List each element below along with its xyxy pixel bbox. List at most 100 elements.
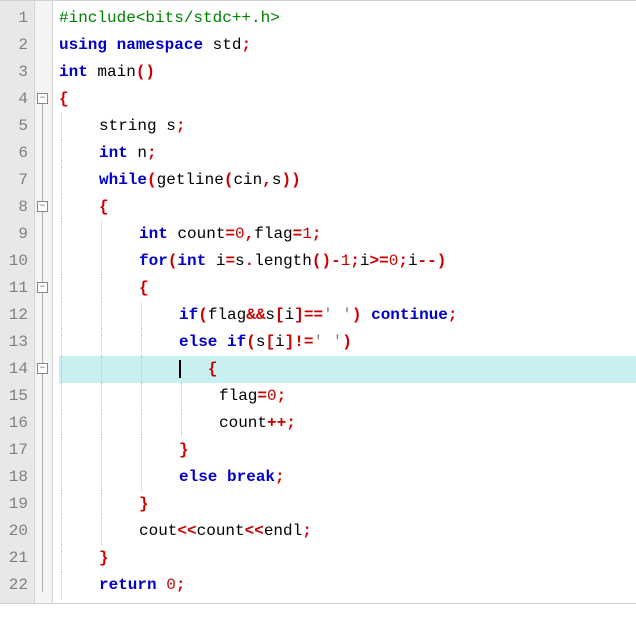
code-token: main	[88, 63, 136, 81]
line-number: 7	[4, 167, 28, 194]
code-token: =	[225, 225, 235, 243]
code-token: ]==	[294, 306, 323, 324]
code-token: i	[285, 306, 295, 324]
code-token: ' '	[313, 333, 342, 351]
code-line[interactable]: else break;	[59, 464, 636, 491]
code-line[interactable]: cout<<count<<endl;	[59, 518, 636, 545]
code-token: flag	[208, 306, 246, 324]
code-token: 1	[341, 252, 351, 270]
code-token: &&	[246, 306, 265, 324]
code-token: flag	[254, 225, 292, 243]
code-line[interactable]: if(flag&&s[i]==' ') continue;	[59, 302, 636, 329]
code-token: ;	[176, 117, 186, 135]
code-token: #include<bits/stdc++.h>	[59, 9, 280, 27]
code-token: namespace	[117, 36, 203, 54]
line-number: 6	[4, 140, 28, 167]
code-token: int	[59, 63, 88, 81]
code-token: break	[227, 468, 275, 486]
code-token: ;	[275, 468, 285, 486]
code-token: ;	[448, 306, 458, 324]
code-token	[157, 576, 167, 594]
code-token: count	[219, 414, 267, 432]
code-line[interactable]: string s;	[59, 113, 636, 140]
code-token: for	[139, 252, 168, 270]
code-token: return	[99, 576, 157, 594]
code-token	[107, 36, 117, 54]
code-token: [	[265, 333, 275, 351]
code-token: 1	[302, 225, 312, 243]
code-line[interactable]: int count=0,flag=1;	[59, 221, 636, 248]
line-number: 5	[4, 113, 28, 140]
code-line[interactable]: count++;	[59, 410, 636, 437]
line-number: 21	[4, 545, 28, 572]
code-line[interactable]: #include<bits/stdc++.h>	[59, 5, 636, 32]
line-number: 17	[4, 437, 28, 464]
code-token	[217, 468, 227, 486]
code-line[interactable]: flag=0;	[59, 383, 636, 410]
code-token: ;	[176, 576, 186, 594]
code-token: 0	[166, 576, 176, 594]
code-token: count	[168, 225, 226, 243]
code-token: <<	[245, 522, 264, 540]
code-token: >=	[370, 252, 389, 270]
line-number: 2	[4, 32, 28, 59]
line-number: 13	[4, 329, 28, 356]
code-line[interactable]: while(getline(cin,s))	[59, 167, 636, 194]
fold-toggle-icon[interactable]: −	[37, 363, 48, 374]
line-number: 16	[4, 410, 28, 437]
fold-toggle-icon[interactable]: −	[37, 282, 48, 293]
code-line[interactable]: return 0;	[59, 572, 636, 599]
line-number: 8	[4, 194, 28, 221]
fold-toggle-icon[interactable]: −	[37, 201, 48, 212]
code-line[interactable]: else if(s[i]!=' ')	[59, 329, 636, 356]
code-token: ++;	[267, 414, 296, 432]
line-number: 4	[4, 86, 28, 113]
fold-toggle-icon[interactable]: −	[37, 93, 48, 104]
code-token: }	[99, 549, 109, 567]
code-token: ]!=	[285, 333, 314, 351]
code-token: ))	[281, 171, 300, 189]
code-line[interactable]: }	[59, 491, 636, 518]
code-line[interactable]: {	[59, 275, 636, 302]
code-line[interactable]: {	[59, 194, 636, 221]
line-number: 1	[4, 5, 28, 32]
code-token: (	[168, 252, 178, 270]
line-number: 12	[4, 302, 28, 329]
line-number: 19	[4, 491, 28, 518]
code-token: ()	[136, 63, 155, 81]
code-line[interactable]: for(int i=s.length()-1;i>=0;i--)	[59, 248, 636, 275]
code-token: ;	[147, 144, 157, 162]
code-line[interactable]: using namespace std;	[59, 32, 636, 59]
code-token: =	[225, 252, 235, 270]
code-token: s	[235, 252, 245, 270]
code-token: ;	[277, 387, 287, 405]
code-token: s	[265, 306, 275, 324]
code-token: n	[128, 144, 147, 162]
code-line[interactable]: {	[59, 356, 636, 383]
code-token: std	[203, 36, 241, 54]
code-token: }	[139, 495, 149, 513]
code-token: =	[257, 387, 267, 405]
code-token: {	[59, 90, 69, 108]
code-line[interactable]: int main()	[59, 59, 636, 86]
code-token: getline	[157, 171, 224, 189]
code-token: cin	[233, 171, 262, 189]
code-token: (	[198, 306, 208, 324]
code-line[interactable]: {	[59, 86, 636, 113]
code-token: ,	[262, 171, 272, 189]
code-line[interactable]: }	[59, 545, 636, 572]
code-token: <<	[177, 522, 196, 540]
line-number: 11	[4, 275, 28, 302]
line-number: 20	[4, 518, 28, 545]
code-line[interactable]: int n;	[59, 140, 636, 167]
code-token: endl	[264, 522, 302, 540]
code-token: }	[179, 441, 189, 459]
code-editor[interactable]: 12345678910111213141516171819202122 −−−−…	[0, 0, 636, 604]
code-token: {	[139, 279, 149, 297]
code-token: ;	[350, 252, 360, 270]
code-line[interactable]: }	[59, 437, 636, 464]
code-token: ' '	[323, 306, 352, 324]
code-token: --)	[418, 252, 447, 270]
code-token: int	[99, 144, 128, 162]
code-area[interactable]: #include<bits/stdc++.h> using namespace s…	[53, 1, 636, 603]
